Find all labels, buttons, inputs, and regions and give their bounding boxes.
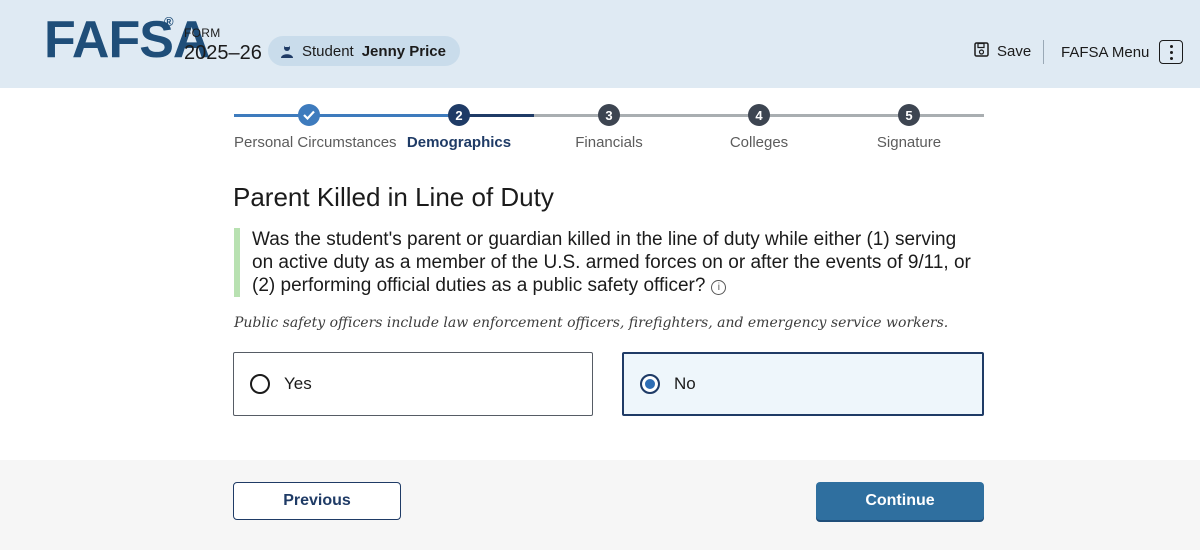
step-demographics[interactable]: 2 Demographics	[384, 104, 534, 151]
progress-stepper: Personal Circumstances 2 Demographics 3 …	[234, 104, 984, 154]
question-body: Was the student's parent or guardian kil…	[252, 229, 971, 296]
option-label: Yes	[284, 374, 312, 393]
header-divider	[1043, 40, 1044, 64]
continue-button[interactable]: Continue	[816, 482, 984, 520]
form-year: 2025–26	[184, 42, 262, 64]
step-label: Signature	[876, 134, 942, 151]
step-personal-circumstances[interactable]: Personal Circumstances	[234, 104, 397, 151]
student-badge: Student Jenny Price	[268, 36, 460, 66]
app-header: FAFSA ® FORM 2025–26 Student Jenny Price…	[0, 0, 1200, 88]
step-number: 2	[448, 104, 470, 126]
save-button[interactable]: Save	[974, 42, 1031, 61]
step-label: Financials	[575, 134, 643, 151]
student-name: Jenny Price	[361, 42, 446, 60]
option-no[interactable]: No	[622, 352, 984, 416]
step-label: Demographics	[406, 134, 512, 151]
student-icon	[280, 44, 294, 58]
checkmark-icon	[298, 104, 320, 126]
option-yes[interactable]: Yes	[233, 352, 593, 416]
step-label: Colleges	[729, 134, 789, 151]
save-label: Save	[997, 43, 1032, 60]
page-title: Parent Killed in Line of Duty	[233, 182, 554, 212]
question-text: Was the student's parent or guardian kil…	[234, 228, 974, 297]
step-signature: 5 Signature	[834, 104, 984, 151]
form-label: FORM	[184, 26, 221, 40]
student-prefix: Student	[302, 42, 354, 60]
fafsa-menu-label: FAFSA Menu	[1061, 43, 1150, 61]
previous-button[interactable]: Previous	[233, 482, 401, 520]
step-number: 3	[598, 104, 620, 126]
save-icon	[974, 42, 989, 61]
step-label: Personal Circumstances	[234, 134, 397, 151]
radio-no[interactable]	[640, 374, 660, 394]
hint-text: Public safety officers include law enfor…	[234, 315, 949, 331]
kebab-menu-icon	[1159, 40, 1184, 64]
step-number: 5	[898, 104, 920, 126]
step-financials: 3 Financials	[534, 104, 684, 151]
footer-bar	[0, 460, 1200, 550]
step-number: 4	[748, 104, 770, 126]
fafsa-menu-button[interactable]: FAFSA Menu	[1061, 40, 1184, 64]
step-colleges: 4 Colleges	[684, 104, 834, 151]
option-label: No	[674, 374, 696, 393]
info-icon[interactable]: i	[711, 280, 727, 295]
radio-yes[interactable]	[250, 374, 270, 394]
registered-mark: ®	[164, 14, 174, 29]
